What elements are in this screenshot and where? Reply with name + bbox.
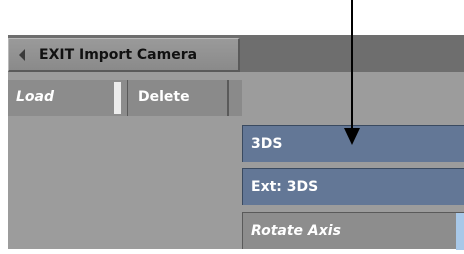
load-indicator [114,82,121,114]
format-field[interactable]: 3DS [242,125,464,162]
load-button[interactable]: Load [8,80,128,116]
delete-button-label: Delete [138,89,190,105]
extension-field[interactable]: Ext: 3DS [242,168,464,205]
delete-button[interactable]: Delete [129,80,229,116]
extension-value: Ext: 3DS [251,179,319,195]
rotate-axis-label: Rotate Axis [251,223,341,239]
rotate-axis-button[interactable]: Rotate Axis [242,212,464,250]
triangle-left-icon [19,48,25,61]
exit-button-label: EXIT Import Camera [39,46,198,63]
load-button-label: Load [16,89,55,105]
exit-import-camera-button[interactable]: EXIT Import Camera [8,38,240,72]
format-value: 3DS [251,136,283,152]
rotate-axis-accent [456,213,464,250]
